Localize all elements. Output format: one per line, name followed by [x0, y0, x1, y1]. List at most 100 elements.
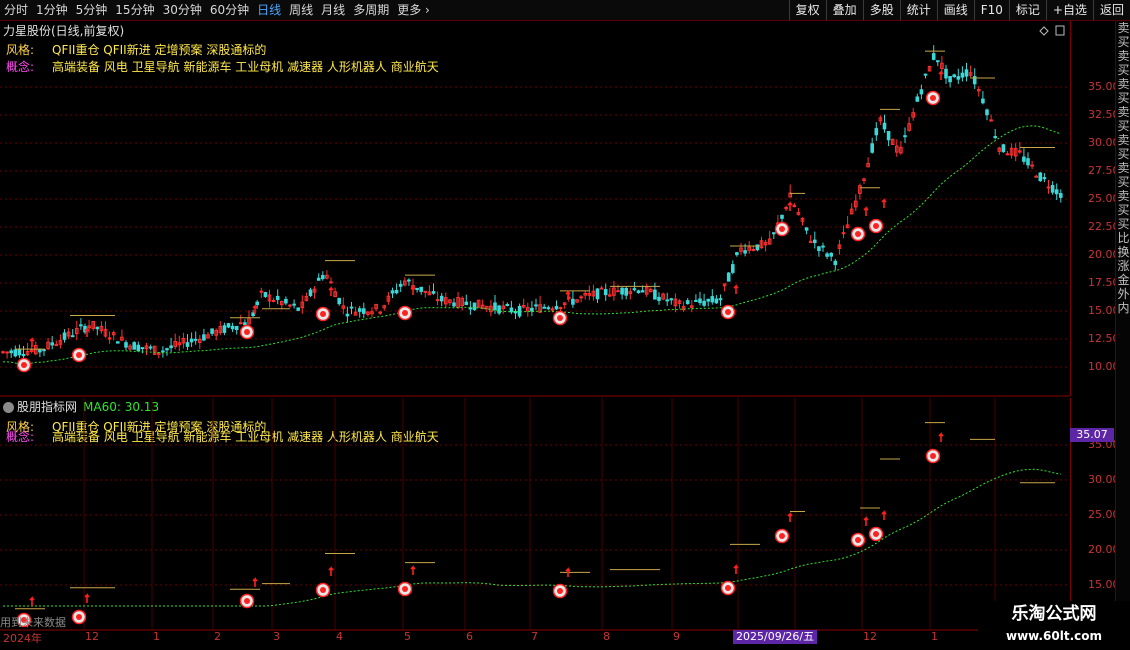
candle-body: [624, 287, 629, 296]
candle-body: [731, 264, 735, 273]
candle-body: [669, 298, 674, 301]
candle-body: [603, 289, 608, 296]
candle-body: [415, 287, 419, 291]
candle-body: [255, 301, 259, 306]
buy-signal-dot: [320, 311, 326, 317]
candle-body: [952, 74, 957, 77]
candle-body: [13, 349, 18, 357]
candle-body: [517, 305, 522, 317]
candle-body: [821, 245, 825, 248]
buy-signal-dot: [557, 315, 563, 321]
candle-body: [271, 299, 276, 302]
candle-body: [718, 298, 723, 301]
candle-body: [288, 304, 292, 307]
candle-body: [985, 109, 989, 116]
candle-body: [714, 298, 719, 304]
candle-body: [772, 232, 776, 235]
side-strip-char: 买: [1117, 119, 1130, 133]
buy-signal-dot: [76, 352, 82, 358]
candle-body: [407, 279, 411, 282]
date-label: 5: [404, 630, 411, 643]
candle-body: [599, 287, 604, 290]
buy-signal-dot: [725, 309, 731, 315]
candle-body: [546, 307, 551, 310]
candle-body: [841, 232, 846, 235]
candle-body: [9, 350, 13, 354]
candle-body: [222, 325, 227, 333]
buy-signal-dot: [76, 614, 82, 620]
candle-body: [243, 322, 247, 326]
candle-body: [124, 342, 128, 348]
candle-body: [595, 288, 600, 300]
date-label: 12: [863, 630, 877, 643]
up-arrow-icon: [881, 510, 887, 520]
current-price-box: 35.07: [1070, 428, 1114, 442]
candle-body: [435, 299, 440, 302]
up-arrow-icon: [938, 432, 944, 442]
up-arrow-icon: [84, 327, 90, 337]
candle-body: [1042, 177, 1047, 180]
up-arrow-icon: [938, 70, 944, 80]
candle-body: [259, 290, 264, 293]
candle-body: [657, 296, 661, 301]
side-strip-char: 换: [1117, 245, 1130, 259]
candle-body: [743, 250, 747, 254]
date-label: 2: [214, 630, 221, 643]
side-strip-char: 买: [1117, 63, 1130, 77]
box-icon: [1055, 25, 1065, 36]
candle-body: [751, 248, 756, 251]
candle-body: [70, 335, 75, 338]
candle-body: [931, 53, 936, 60]
candle-body: [505, 304, 510, 307]
side-strip-char: 卖: [1117, 133, 1130, 147]
candle-body: [362, 308, 366, 314]
candle-body: [620, 287, 624, 295]
kline-chart[interactable]: [0, 0, 1130, 650]
candle-body: [472, 302, 477, 311]
up-arrow-icon: [881, 198, 887, 208]
side-strip-char: 买: [1117, 175, 1130, 189]
buy-signal-dot: [779, 533, 785, 539]
up-arrow-icon: [863, 516, 869, 526]
candle-body: [316, 277, 321, 281]
buy-signal-dot: [21, 362, 27, 368]
buy-signal-dot: [402, 586, 408, 592]
candle-body: [804, 227, 809, 231]
candle-body: [390, 290, 395, 294]
candle-body: [132, 342, 136, 350]
candle-body: [148, 346, 153, 349]
candle-body: [825, 253, 829, 257]
candle-body: [497, 305, 501, 314]
candle-body: [308, 289, 313, 296]
side-strip-char: 卖: [1117, 49, 1130, 63]
candle-body: [919, 89, 924, 95]
side-strip-char: 涨: [1117, 259, 1130, 273]
buy-signal-dot: [930, 95, 936, 101]
candle-body: [185, 342, 190, 347]
candle-body: [558, 307, 563, 310]
candle-body: [870, 143, 875, 153]
candle-body: [5, 351, 9, 354]
buy-signal-dot: [557, 588, 563, 594]
side-strip-char: 比: [1117, 231, 1130, 245]
candle-body: [1030, 164, 1034, 167]
buy-signal-dot: [244, 598, 250, 604]
date-label: 9: [673, 630, 680, 643]
date-label: 6: [466, 630, 473, 643]
candle-body: [398, 283, 403, 287]
buy-signal-dot: [725, 585, 731, 591]
candle-body: [321, 275, 325, 280]
candle-body: [886, 131, 891, 141]
candle-body: [698, 298, 702, 304]
candle-body: [944, 68, 948, 79]
candle-body: [829, 252, 834, 257]
buy-signal-dot: [244, 329, 250, 335]
side-strip-char: 买: [1117, 35, 1130, 49]
side-quote-strip[interactable]: 卖买卖买卖买卖买卖买卖买卖买买比换涨金外内: [1115, 21, 1130, 650]
candle-body: [452, 302, 456, 307]
up-arrow-icon: [328, 566, 334, 576]
candle-body: [116, 341, 120, 344]
candle-body: [616, 290, 620, 293]
up-arrow-icon: [863, 206, 869, 216]
up-arrow-icon: [733, 284, 739, 294]
